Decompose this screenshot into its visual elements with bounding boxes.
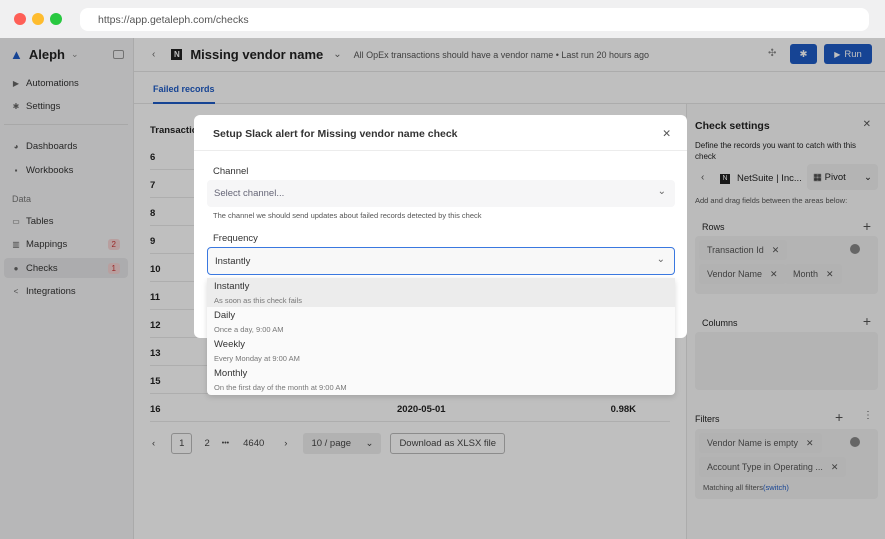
chevron-down-icon: ⌄ [656, 254, 665, 265]
option-label: Monthly [214, 368, 248, 379]
close-icon[interactable]: ✕ [662, 128, 671, 140]
minimize-window-button[interactable] [32, 13, 44, 25]
browser-chrome: https://app.getaleph.com/checks [0, 0, 885, 38]
option-label: Daily [214, 310, 236, 321]
option-daily[interactable]: Daily Once a day, 9:00 AM [207, 307, 675, 336]
option-weekly[interactable]: Weekly Every Monday at 9:00 AM [207, 336, 675, 365]
frequency-value: Instantly [215, 256, 251, 267]
close-window-button[interactable] [14, 13, 26, 25]
frequency-label: Frequency [213, 233, 258, 244]
frequency-dropdown: Instantly As soon as this check fails Dai… [207, 278, 675, 395]
option-desc: Every Monday at 9:00 AM [214, 354, 300, 363]
option-monthly[interactable]: Monthly On the first day of the month at … [207, 365, 675, 394]
modal-title: Setup Slack alert for Missing vendor nam… [213, 128, 458, 140]
modal-header: Setup Slack alert for Missing vendor nam… [194, 115, 687, 151]
option-label: Instantly [214, 281, 250, 292]
option-desc: As soon as this check fails [214, 296, 302, 305]
channel-help: The channel we should send updates about… [213, 211, 482, 220]
option-instantly[interactable]: Instantly As soon as this check fails [207, 278, 675, 307]
channel-label: Channel [213, 166, 249, 177]
frequency-select[interactable]: Instantly ⌄ [207, 247, 675, 275]
channel-placeholder: Select channel... [214, 188, 285, 199]
url-bar[interactable]: https://app.getaleph.com/checks [80, 8, 869, 31]
channel-select[interactable]: Select channel... ⌄ [207, 180, 675, 207]
option-desc: Once a day, 9:00 AM [214, 325, 284, 334]
option-label: Weekly [214, 339, 245, 350]
option-desc: On the first day of the month at 9:00 AM [214, 383, 347, 392]
maximize-window-button[interactable] [50, 13, 62, 25]
chevron-down-icon: ⌄ [657, 186, 666, 197]
